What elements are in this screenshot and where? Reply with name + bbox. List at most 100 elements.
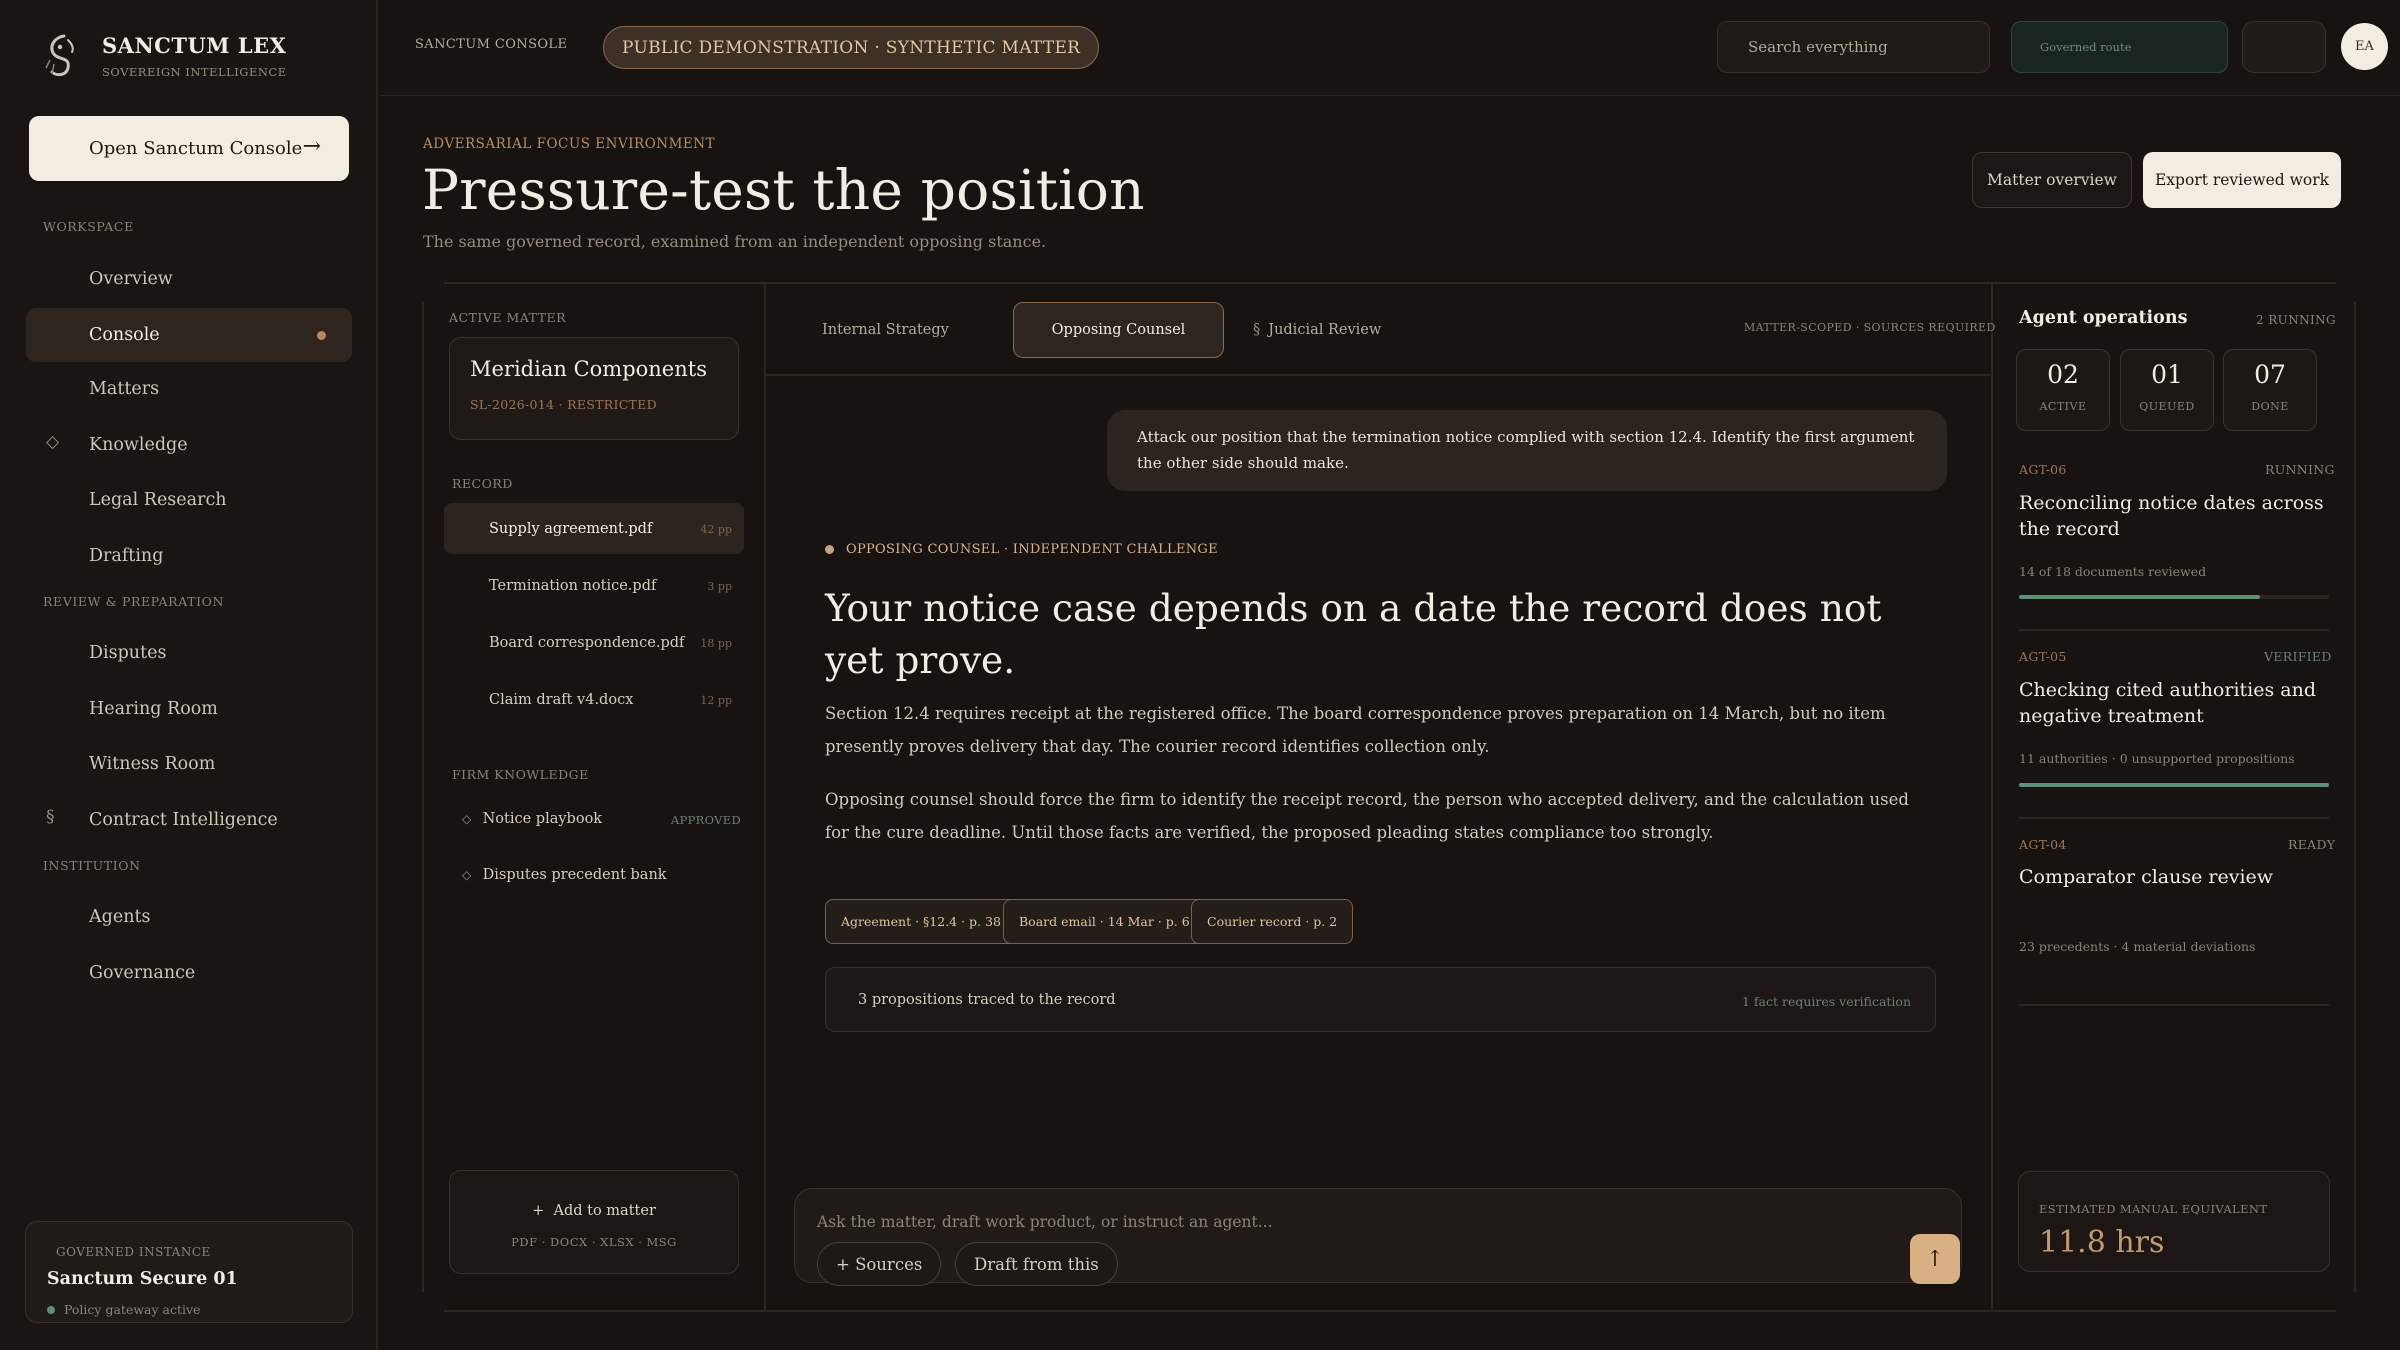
response-tag: OPPOSING COUNSEL · INDEPENDENT CHALLENGE (846, 542, 1218, 557)
composer-input[interactable]: Ask the matter, draft work product, or i… (817, 1213, 1273, 1231)
stat-label: ACTIVE (2039, 400, 2087, 413)
active-indicator-dot (317, 331, 326, 340)
sidebar-item-console[interactable]: Console (26, 308, 352, 362)
agent-state: VERIFIED (2264, 649, 2332, 664)
instance-name: Sanctum Secure 01 (47, 1269, 238, 1289)
section-workspace: WORKSPACE (43, 219, 134, 234)
agent-detail: 14 of 18 documents reviewed (2019, 564, 2207, 579)
matter-name: Meridian Components (470, 357, 707, 381)
sidebar-item-disputes[interactable]: Disputes (26, 626, 352, 680)
stat-queued: 01 QUEUED (2120, 349, 2214, 431)
sidebar-item-label: Contract Intelligence (89, 810, 278, 830)
record-name: Termination notice.pdf (489, 577, 657, 594)
matter-overview-button[interactable]: Matter overview (1972, 152, 2132, 208)
record-pages: 18 pp (700, 637, 732, 650)
knowledge-item-disputes-precedent-bank[interactable]: ◇ Disputes precedent bank (462, 867, 667, 883)
sidebar-item-knowledge[interactable]: ◇ Knowledge (26, 418, 352, 472)
send-button[interactable]: ↑ (1910, 1234, 1960, 1284)
trace-summary-text: 3 propositions traced to the record (858, 992, 1116, 1008)
search-input[interactable]: Search everything (1717, 21, 1990, 73)
sidebar-item-overview[interactable]: Overview (26, 252, 352, 306)
trace-summary[interactable]: 3 propositions traced to the record 1 fa… (825, 967, 1936, 1032)
composer[interactable]: Ask the matter, draft work product, or i… (794, 1188, 1962, 1286)
knowledge-item-notice-playbook[interactable]: ◇ Notice playbook (462, 811, 602, 827)
record-pages: 42 pp (700, 523, 732, 536)
sidebar-item-witness-room[interactable]: Witness Room (26, 737, 352, 791)
sidebar-item-label: Overview (89, 269, 173, 289)
sidebar-item-hearing-room[interactable]: Hearing Room (26, 682, 352, 736)
arrow-up-icon: ↑ (1925, 1246, 1945, 1272)
record-item-supply-agreement[interactable]: Supply agreement.pdf 42 pp (444, 503, 744, 554)
sidebar-item-label: Hearing Room (89, 699, 218, 719)
citation-chip[interactable]: Agreement · §12.4 · p. 38 (825, 899, 1017, 944)
brand-name: SANCTUM LEX (102, 33, 287, 58)
add-to-matter-label: + Add to matter (532, 1203, 656, 1219)
agent-title[interactable]: Checking cited authorities and negative … (2019, 677, 2339, 729)
sources-button[interactable]: + Sources (817, 1242, 942, 1286)
avatar[interactable]: EA (2341, 23, 2388, 70)
divider (2019, 817, 2329, 819)
agent-progress-fill (2019, 783, 2329, 787)
sidebar-item-label: Legal Research (89, 490, 227, 510)
agent-progress (2019, 595, 2329, 599)
active-matter-label: ACTIVE MATTER (449, 310, 567, 325)
active-matter-card[interactable]: Meridian Components SL-2026-014 · RESTRI… (449, 337, 739, 440)
citation-chip[interactable]: Courier record · p. 2 (1191, 899, 1354, 944)
page-title: Pressure-test the position (422, 158, 1145, 222)
tab-judicial-review[interactable]: § Judicial Review (1253, 302, 1381, 358)
agent-state: RUNNING (2265, 462, 2335, 477)
citation-chip[interactable]: Board email · 14 Mar · p. 6 (1003, 899, 1206, 944)
record-item-termination-notice[interactable]: Termination notice.pdf 3 pp (444, 560, 744, 611)
accepted-formats: PDF · DOCX · XLSX · MSG (511, 1235, 677, 1249)
governed-route-label: Governed route (2040, 40, 2132, 54)
export-reviewed-work-button[interactable]: Export reviewed work (2143, 152, 2341, 208)
open-console-button[interactable]: Open Sanctum Console → (29, 116, 349, 181)
page-eyebrow: ADVERSARIAL FOCUS ENVIRONMENT (423, 136, 716, 152)
record-item-claim-draft[interactable]: Claim draft v4.docx 12 pp (444, 674, 744, 725)
divider (1991, 282, 1993, 1310)
knowledge-name: Disputes precedent bank (482, 867, 667, 883)
agent-title[interactable]: Reconciling notice dates across the reco… (2019, 490, 2339, 542)
breadcrumb: SANCTUM CONSOLE (415, 37, 568, 52)
stat-active: 02 ACTIVE (2016, 349, 2110, 431)
sidebar-item-agents[interactable]: Agents (26, 890, 352, 944)
status-dot (47, 1306, 55, 1314)
answer-paragraph: Section 12.4 requires receipt at the reg… (825, 704, 1886, 756)
instance-label: GOVERNED INSTANCE (56, 1245, 211, 1259)
crest-icon (45, 34, 74, 77)
draft-from-this-button[interactable]: Draft from this (955, 1242, 1118, 1286)
governed-route-button[interactable]: Governed route (2011, 21, 2228, 73)
agent-state: READY (2288, 837, 2336, 852)
stat-value: 07 (2254, 360, 2286, 389)
sidebar-item-matters[interactable]: Matters (26, 362, 352, 416)
stat-label: QUEUED (2139, 400, 2195, 413)
answer-headline: Your notice case depends on a date the r… (825, 586, 1882, 682)
sidebar-item-drafting[interactable]: Drafting (26, 529, 352, 583)
divider (444, 1310, 2336, 1312)
answer-paragraph: Opposing counsel should force the firm t… (825, 790, 1909, 842)
diamond-icon: ◇ (462, 868, 472, 882)
tab-opposing-counsel[interactable]: Opposing Counsel (1013, 302, 1224, 358)
agent-detail: 11 authorities · 0 unsupported propositi… (2019, 751, 2295, 766)
verification-note: 1 fact requires verification (1741, 994, 1911, 1009)
sidebar-item-governance[interactable]: Governance (26, 946, 352, 1000)
agent-title[interactable]: Comparator clause review (2019, 864, 2339, 890)
toolbar-button[interactable] (2242, 21, 2326, 73)
approved-badge: APPROVED (671, 813, 741, 827)
sidebar-item-label: Governance (89, 963, 196, 983)
agent-detail: 23 precedents · 4 material deviations (2019, 939, 2256, 954)
section-sign-icon: § (1253, 322, 1261, 338)
agent-id: AGT-05 (2019, 649, 2067, 664)
add-to-matter-dropzone[interactable]: + Add to matter PDF · DOCX · XLSX · MSG (449, 1170, 739, 1274)
sidebar-item-contract-intelligence[interactable]: § Contract Intelligence (26, 793, 352, 847)
diamond-icon: ◇ (46, 432, 60, 452)
page-subtitle: The same governed record, examined from … (423, 232, 1047, 251)
sidebar-item-legal-research[interactable]: Legal Research (26, 473, 352, 527)
stat-value: 02 (2047, 360, 2079, 389)
agent-progress (2019, 783, 2329, 787)
agent-id: AGT-04 (2019, 837, 2067, 852)
governed-instance-card: GOVERNED INSTANCE Sanctum Secure 01 Poli… (25, 1221, 353, 1323)
record-item-board-correspondence[interactable]: Board correspondence.pdf 18 pp (444, 617, 744, 668)
tab-internal-strategy[interactable]: Internal Strategy (822, 302, 949, 358)
stat-label: DONE (2251, 400, 2289, 413)
